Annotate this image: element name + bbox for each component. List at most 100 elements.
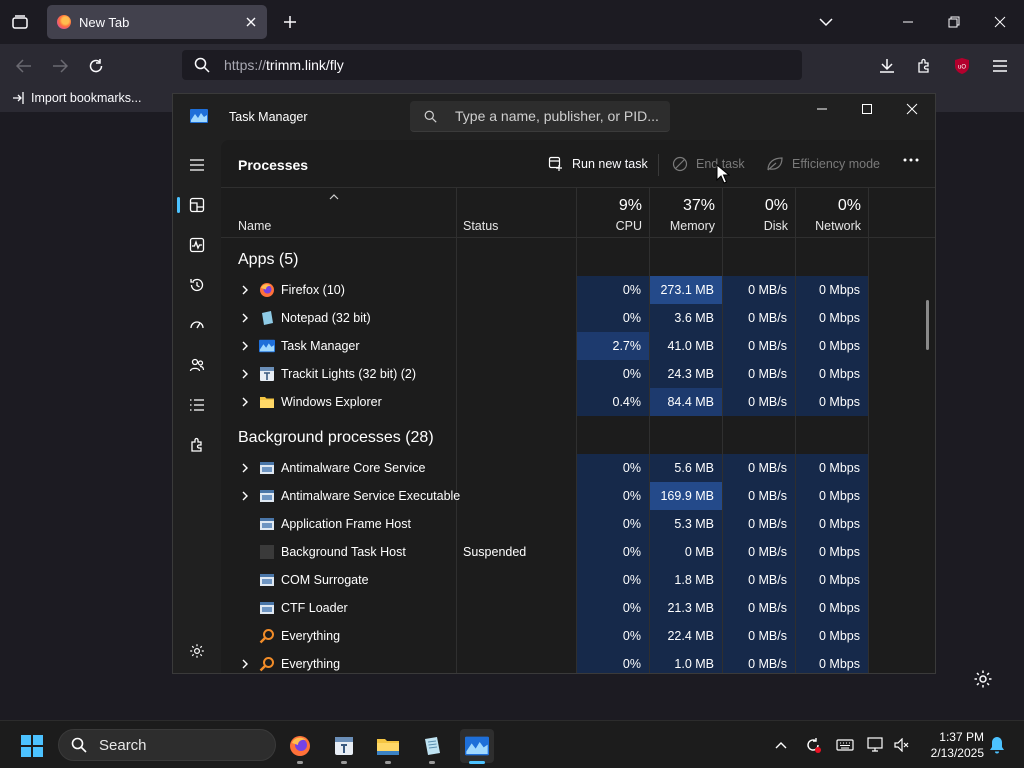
column-header-network[interactable]: Network [796,219,861,233]
sidebar-item-performance[interactable] [186,234,208,256]
memory-cell: 24.3 MB [650,360,722,388]
column-header-cpu[interactable]: CPU [577,219,642,233]
tm-close-button[interactable] [897,99,927,119]
tray-keyboard-icon[interactable] [835,735,855,755]
history-icon [190,278,204,292]
forward-button[interactable] [48,54,72,78]
column-header-name[interactable]: Name [238,219,271,233]
sidebar-item-details[interactable] [186,394,208,416]
process-row[interactable]: Everything 0% 1.0 MB 0 MB/s 0 Mbps [221,650,935,673]
efficiency-mode-button[interactable]: Efficiency mode [766,156,880,172]
taskbar-app-file-explorer[interactable] [371,729,405,764]
browser-close-button[interactable] [990,12,1010,32]
disk-cell: 0 MB/s [723,332,795,360]
memory-cell: 21.3 MB [650,594,722,622]
blank-window-icon [260,545,274,559]
everything-search-icon [259,657,274,672]
network-cell: 0 Mbps [796,622,868,650]
process-row[interactable]: Trackit Lights (32 bit) (2) 0% 24.3 MB 0 MB… [221,360,935,388]
sidebar-item-app-history[interactable] [186,274,208,296]
column-header-disk[interactable]: Disk [723,219,788,233]
new-tab-settings-button[interactable] [973,669,993,689]
process-row[interactable]: Windows Explorer 0.4% 84.4 MB 0 MB/s 0 Mbps [221,388,935,416]
column-header-memory[interactable]: Memory [650,219,715,233]
taskbar-search-box[interactable]: Search [58,729,276,761]
show-hidden-icons-button[interactable] [771,735,791,755]
clock-date: 2/13/2025 [930,746,984,760]
folder-icon [377,739,399,755]
process-row[interactable]: Task Manager 2.7% 41.0 MB 0 MB/s 0 Mbps [221,332,935,360]
arrow-right-icon [53,59,68,73]
browser-restore-button[interactable] [944,12,964,32]
process-list: Apps (5) Background processes (28) Firef… [221,238,935,673]
disk-cell: 0 MB/s [723,360,795,388]
taskbar-app-firefox[interactable] [283,729,317,764]
process-row[interactable]: Background Task Host Suspended 0% 0 MB 0 MB/… [221,538,935,566]
network-cell: 0 Mbps [796,454,868,482]
browser-tab-new-tab[interactable]: New Tab [47,5,267,39]
gear-icon [974,670,992,688]
disk-cell: 0 MB/s [723,454,795,482]
process-search-input[interactable]: Type a name, publisher, or PID... [410,101,670,132]
back-button[interactable] [12,54,36,78]
task-manager-icon [259,339,275,353]
tray-network-icon[interactable] [866,735,886,755]
sidebar-menu-toggle[interactable] [186,154,208,176]
notification-center-button[interactable] [987,735,1007,755]
browser-minimize-button[interactable] [898,12,918,32]
cpu-cell: 0% [577,622,649,650]
system-window-icon [260,602,274,614]
new-tab-button[interactable] [280,12,300,32]
process-name: COM Surrogate [281,573,369,587]
sidebar-item-users[interactable] [186,354,208,376]
process-name: Antimalware Service Executable [281,489,461,503]
process-row[interactable]: COM Surrogate 0% 1.8 MB 0 MB/s 0 Mbps [221,566,935,594]
tab-overflow-button[interactable] [816,12,836,32]
sidebar-item-settings[interactable] [186,640,208,662]
process-row[interactable]: CTF Loader 0% 21.3 MB 0 MB/s 0 Mbps [221,594,935,622]
import-bookmarks-label: Import bookmarks... [31,91,142,105]
ublock-origin-button[interactable]: uO [950,54,974,78]
memory-cell: 273.1 MB [650,276,722,304]
sidebar-item-processes[interactable] [186,194,208,216]
process-row[interactable]: Firefox (10) 0% 273.1 MB 0 MB/s 0 Mbps [221,276,935,304]
tm-maximize-button[interactable] [852,99,882,119]
taskbar-clock[interactable]: 1:37 PM 2/13/2025 [920,729,984,761]
search-icon [194,57,210,73]
end-task-button[interactable]: End task [672,156,745,172]
prohibited-icon [672,156,688,172]
tray-volume-icon[interactable] [892,735,912,755]
run-new-task-button[interactable]: Run new task [548,156,648,172]
process-row[interactable]: Notepad (32 bit) 0% 3.6 MB 0 MB/s 0 Mbps [221,304,935,332]
process-table-header: Name Status 9% CPU 37% Memory 0% Disk 0%… [221,188,935,238]
taskbar-app-task-manager[interactable] [460,729,494,764]
running-indicator [297,761,303,764]
svg-text:uO: uO [958,65,966,71]
import-bookmarks-link[interactable]: Import bookmarks... [12,91,141,105]
url-host: trimm.link/fly [266,57,344,73]
url-bar[interactable]: https://trimm.link/fly [182,50,802,80]
process-row[interactable]: Antimalware Service Executable 0% 169.9 MB… [221,482,935,510]
process-row[interactable]: Antimalware Core Service 0% 5.6 MB 0 MB/s 0 … [221,454,935,482]
extensions-button[interactable] [912,54,936,78]
taskbar-app-notepad[interactable] [415,729,449,764]
list-all-tabs-button[interactable] [8,10,32,34]
process-row[interactable]: Everything 0% 22.4 MB 0 MB/s 0 Mbps [221,622,935,650]
process-row[interactable]: Application Frame Host 0% 5.3 MB 0 MB/s 0 Mb… [221,510,935,538]
start-button[interactable] [21,735,43,757]
taskbar-app-trackit-lights[interactable] [327,729,361,764]
sidebar-item-startup-apps[interactable] [186,314,208,336]
windows-logo-pane [21,747,31,757]
app-menu-button[interactable] [988,54,1012,78]
more-options-button[interactable] [902,152,920,168]
tray-update-icon[interactable] [803,735,823,755]
arrow-left-icon [16,59,31,73]
sidebar-item-services[interactable] [186,434,208,456]
memory-cell: 84.4 MB [650,388,722,416]
tm-minimize-button[interactable] [807,99,837,119]
column-header-status[interactable]: Status [463,219,498,233]
vertical-scrollbar-thumb[interactable] [926,300,929,350]
reload-button[interactable] [84,54,108,78]
downloads-button[interactable] [875,54,899,78]
tab-close-button[interactable] [243,14,259,30]
